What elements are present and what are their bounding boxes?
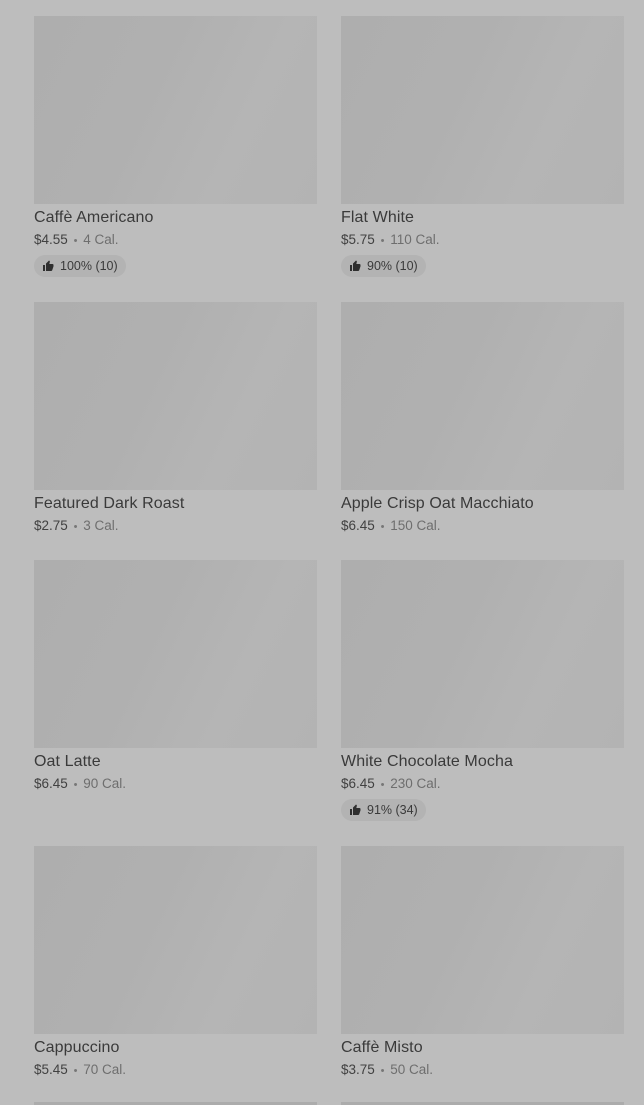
item-price: $5.45: [34, 1062, 68, 1077]
item-name: White Chocolate Mocha: [341, 753, 513, 770]
rating-badge: 91% (34): [341, 799, 426, 821]
item-price: $6.45: [34, 776, 68, 791]
item-name: Cappuccino: [34, 1039, 120, 1056]
menu-row: Featured Dark Roast $2.75 • 3 Cal. Apple…: [34, 302, 624, 560]
item-price: $6.45: [341, 518, 375, 533]
item-meta: $2.75 • 3 Cal.: [34, 518, 317, 535]
menu-item-card[interactable]: Caffè Misto $3.75 • 50 Cal.: [341, 846, 624, 1104]
item-price: $3.75: [341, 1062, 375, 1077]
item-calories: 4 Cal.: [83, 232, 119, 247]
menu-item-card[interactable]: Caffè Americano $4.55 • 4 Cal. 100% (10): [34, 16, 317, 302]
rating-badge: 100% (10): [34, 255, 126, 277]
separator: •: [73, 235, 78, 247]
item-price: $6.45: [341, 776, 375, 791]
rating-value: 91% (34): [367, 803, 418, 817]
item-image: [34, 16, 317, 204]
item-meta: $3.75 • 50 Cal.: [341, 1062, 624, 1079]
rating-value: 100% (10): [60, 259, 118, 273]
item-calories: 110 Cal.: [390, 232, 440, 247]
menu-item-card[interactable]: Oat Latte $6.45 • 90 Cal.: [34, 560, 317, 846]
item-name: Apple Crisp Oat Macchiato: [341, 495, 534, 512]
item-image: [34, 560, 317, 748]
item-price: $4.55: [34, 232, 68, 247]
separator: •: [380, 235, 385, 247]
item-image: [341, 302, 624, 490]
item-image: [341, 16, 624, 204]
separator: •: [73, 521, 78, 533]
thumbs-up-icon: [350, 804, 361, 815]
item-image: [34, 302, 317, 490]
item-name: Caffè Misto: [341, 1039, 423, 1056]
item-price: $5.75: [341, 232, 375, 247]
menu-item-card[interactable]: Featured Dark Roast $2.75 • 3 Cal.: [34, 302, 317, 560]
item-calories: 150 Cal.: [390, 518, 441, 533]
item-name: Oat Latte: [34, 753, 101, 770]
item-calories: 70 Cal.: [83, 1062, 126, 1077]
menu-item-card[interactable]: Flat White $5.75 • 110 Cal. 90% (10): [341, 16, 624, 302]
item-calories: 230 Cal.: [390, 776, 441, 791]
item-calories: 3 Cal.: [83, 518, 119, 533]
thumbs-up-icon: [43, 260, 54, 271]
item-name: Featured Dark Roast: [34, 495, 185, 512]
menu-item-card[interactable]: Apple Crisp Oat Macchiato $6.45 • 150 Ca…: [341, 302, 624, 560]
thumbs-up-icon: [350, 260, 361, 271]
item-meta: $5.45 • 70 Cal.: [34, 1062, 317, 1079]
rating-value: 90% (10): [367, 259, 418, 273]
menu-grid: Caffè Americano $4.55 • 4 Cal. 100% (10)…: [34, 16, 624, 1104]
separator: •: [380, 779, 385, 791]
menu-item-card[interactable]: White Chocolate Mocha $6.45 • 230 Cal. 9…: [341, 560, 624, 846]
separator: •: [73, 779, 78, 791]
item-image: [34, 846, 317, 1034]
item-image: [341, 560, 624, 748]
item-image: [341, 846, 624, 1034]
menu-item-card[interactable]: Cappuccino $5.45 • 70 Cal.: [34, 846, 317, 1104]
menu-row: Oat Latte $6.45 • 90 Cal. White Chocolat…: [34, 560, 624, 846]
item-name: Caffè Americano: [34, 209, 154, 226]
item-meta: $5.75 • 110 Cal.: [341, 232, 624, 249]
item-meta: $6.45 • 230 Cal.: [341, 776, 624, 793]
separator: •: [380, 521, 385, 533]
item-price: $2.75: [34, 518, 68, 533]
item-calories: 90 Cal.: [83, 776, 126, 791]
menu-row: Cappuccino $5.45 • 70 Cal. Caffè Misto $…: [34, 846, 624, 1104]
item-meta: $6.45 • 150 Cal.: [341, 518, 624, 535]
separator: •: [380, 1065, 385, 1077]
rating-badge: 90% (10): [341, 255, 426, 277]
item-meta: $6.45 • 90 Cal.: [34, 776, 317, 793]
item-name: Flat White: [341, 209, 415, 226]
separator: •: [73, 1065, 78, 1077]
item-calories: 50 Cal.: [390, 1062, 433, 1077]
menu-row: Caffè Americano $4.55 • 4 Cal. 100% (10)…: [34, 16, 624, 302]
item-meta: $4.55 • 4 Cal.: [34, 232, 317, 249]
